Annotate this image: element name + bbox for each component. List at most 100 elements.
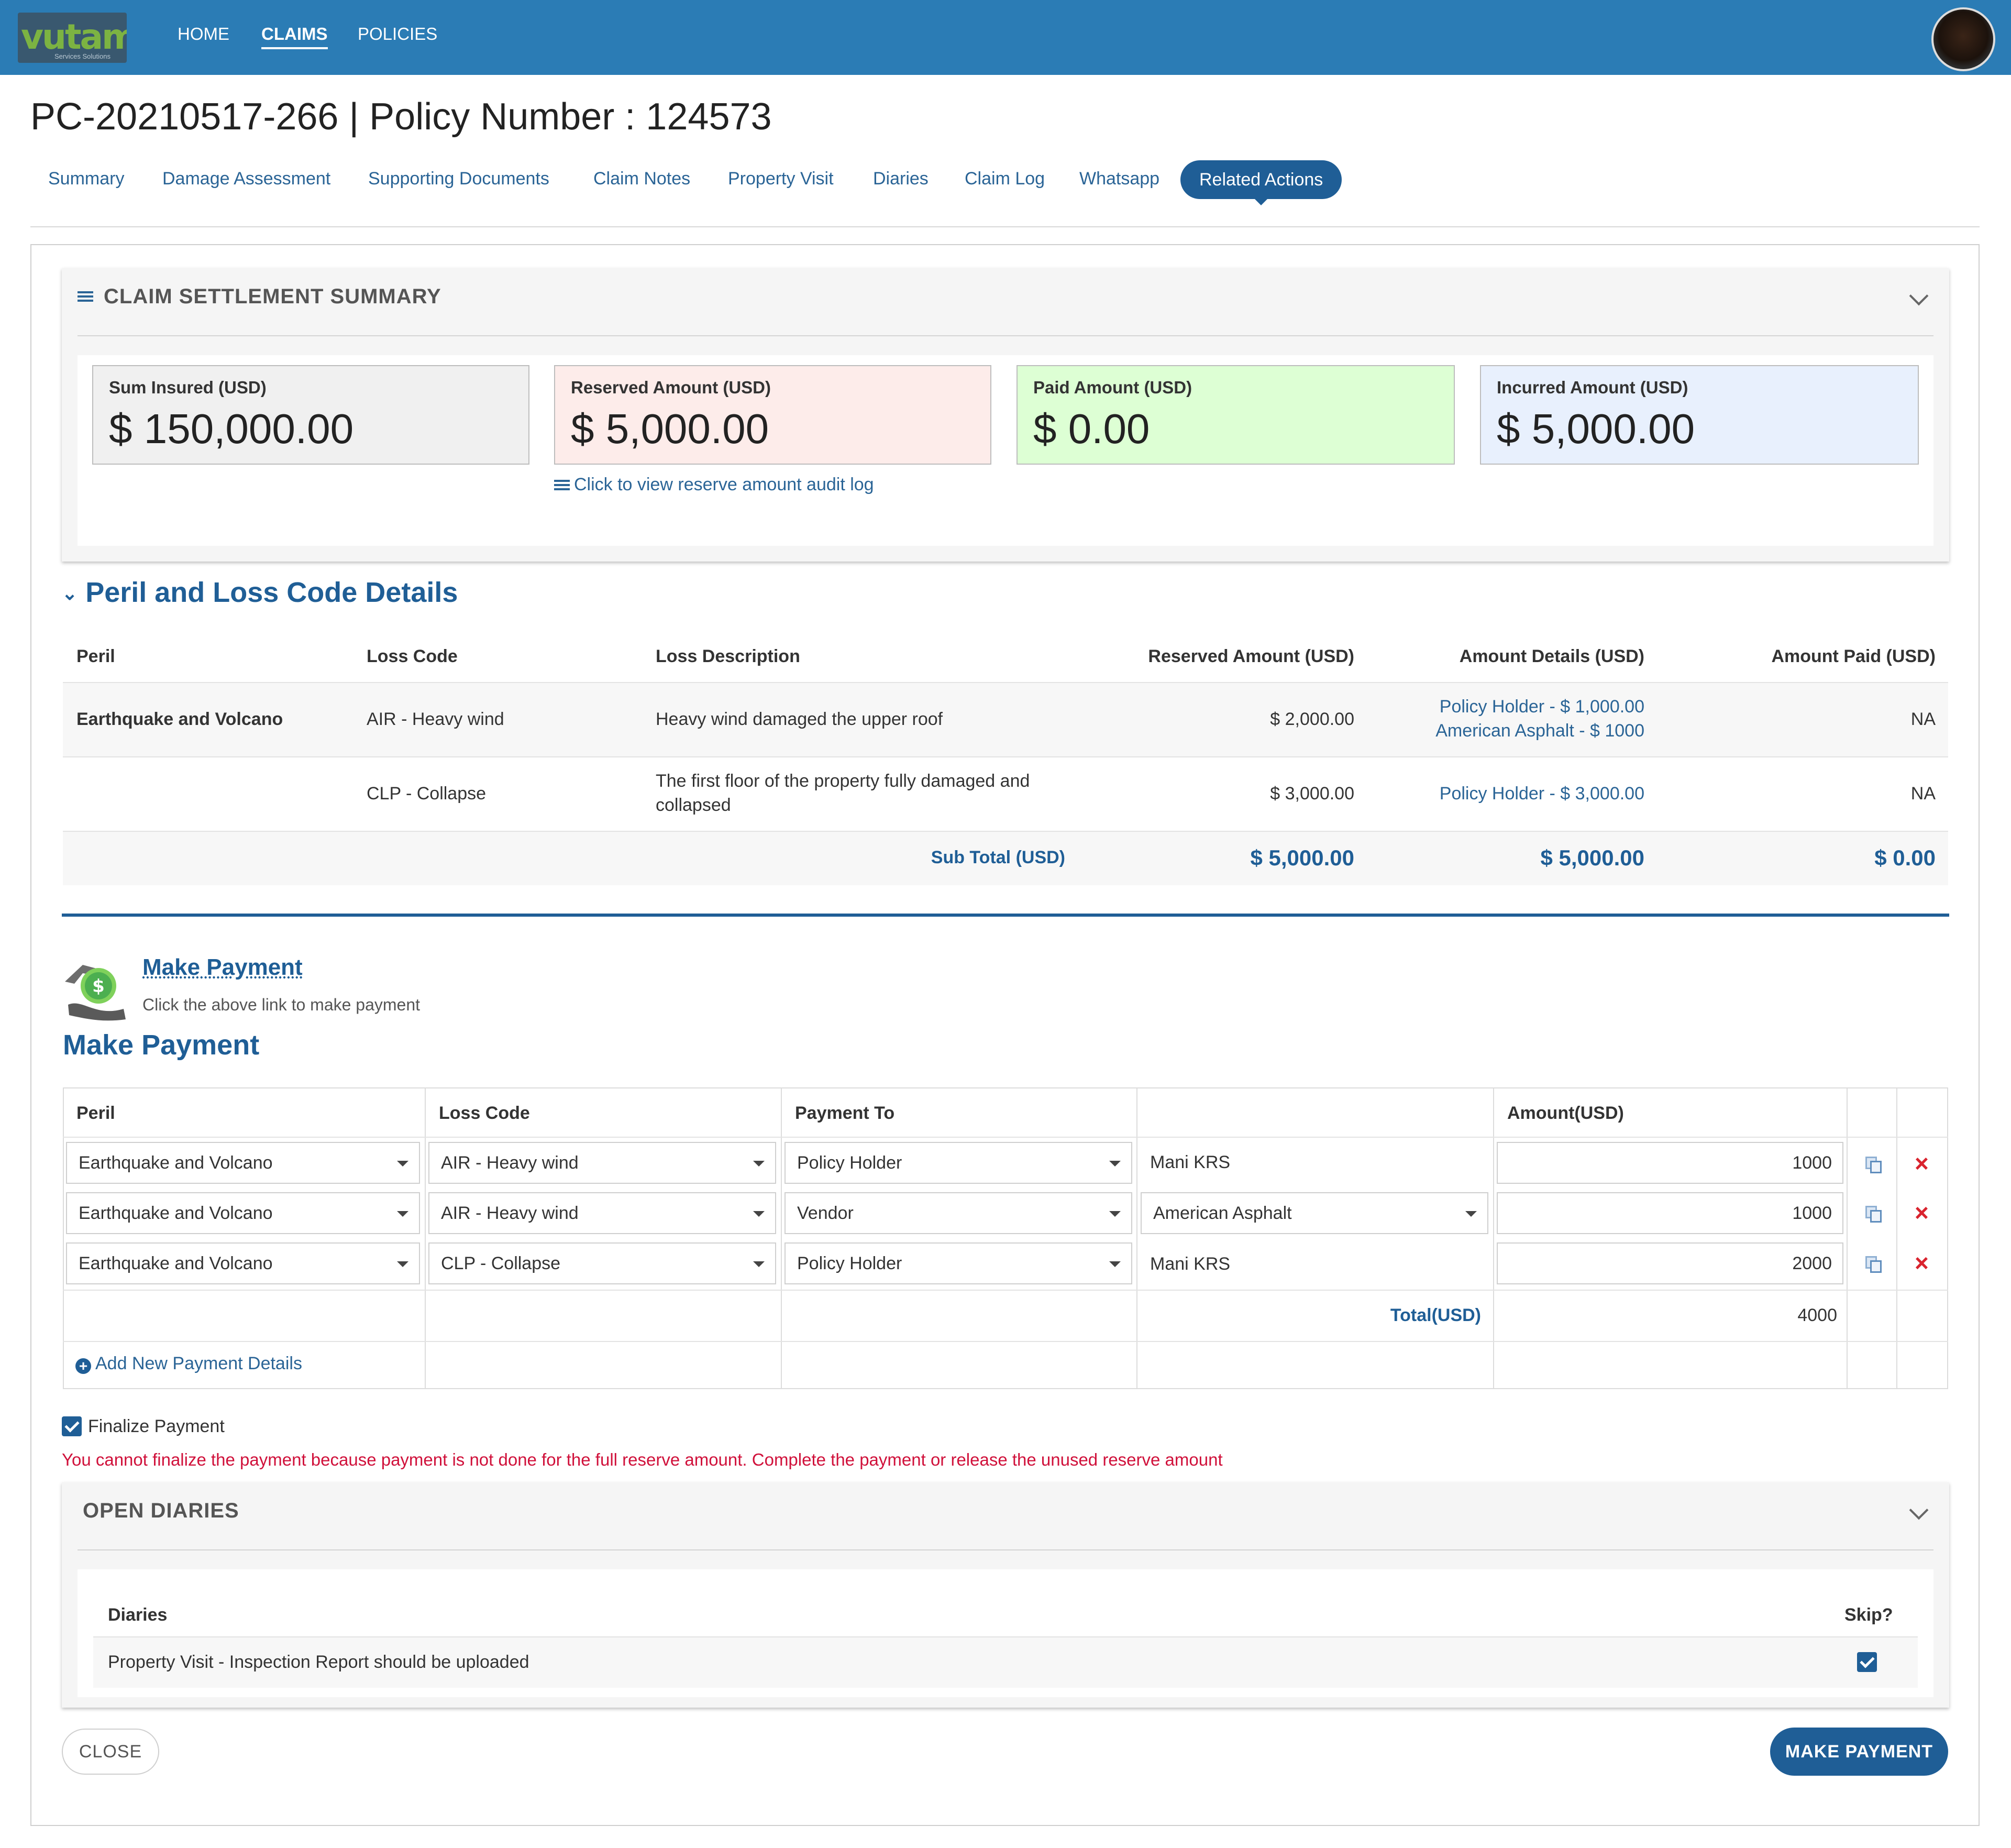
loss-code-select[interactable]: CLP - Collapse <box>428 1242 776 1284</box>
paid-amount-label: Paid Amount (USD) <box>1033 378 1192 397</box>
skip-col-header: Skip? <box>1844 1605 1893 1625</box>
copy-row-icon[interactable] <box>1865 1206 1882 1223</box>
page-title: PC-20210517-266 | Policy Number : 124573 <box>30 96 772 138</box>
finalize-payment-label: Finalize Payment <box>88 1416 225 1436</box>
make-payment-button[interactable]: MAKE PAYMENT <box>1770 1728 1948 1776</box>
col-peril: Peril <box>76 646 115 666</box>
section-divider <box>62 914 1949 917</box>
finalize-error-message: You cannot finalize the payment because … <box>62 1450 1223 1469</box>
row2-description-line2: collapsed <box>656 795 731 815</box>
tab-related-actions[interactable]: Related Actions <box>1180 160 1342 205</box>
pay-col-peril: Peril <box>76 1103 115 1123</box>
grid-col-line <box>1847 1087 1848 1389</box>
chevron-down-icon[interactable] <box>1909 286 1929 306</box>
pay-col-amount: Amount(USD) <box>1507 1103 1624 1123</box>
copy-row-icon[interactable] <box>1865 1157 1882 1173</box>
user-avatar[interactable] <box>1931 7 1995 71</box>
subtotal-paid: $ 0.00 <box>1874 845 1936 870</box>
tab-claim-notes[interactable]: Claim Notes <box>593 169 690 189</box>
subtotal-details: $ 5,000.00 <box>1540 845 1644 870</box>
payment-to-select[interactable]: Policy Holder <box>784 1142 1132 1184</box>
nav-home[interactable]: HOME <box>178 24 229 44</box>
delete-row-icon[interactable]: × <box>1915 1151 1929 1175</box>
peril-select[interactable]: Earthquake and Volcano <box>66 1242 420 1284</box>
tab-divider <box>30 226 1980 227</box>
tab-property-visit[interactable]: Property Visit <box>728 169 834 189</box>
delete-row-icon[interactable]: × <box>1915 1201 1929 1225</box>
make-payment-heading: Make Payment <box>63 1029 260 1061</box>
row1-reserved: $ 2,000.00 <box>1270 709 1354 729</box>
col-amount-paid: Amount Paid (USD) <box>1771 646 1936 666</box>
col-amount-details: Amount Details (USD) <box>1459 646 1644 666</box>
open-diaries-title: OPEN DIARIES <box>83 1499 239 1522</box>
list-icon <box>554 480 570 492</box>
loss-code-select[interactable]: AIR - Heavy wind <box>428 1192 776 1234</box>
svg-text:$: $ <box>92 976 105 997</box>
copy-row-icon[interactable] <box>1865 1256 1882 1273</box>
nav-claims[interactable]: CLAIMS <box>261 24 328 49</box>
tab-diaries[interactable]: Diaries <box>873 169 929 189</box>
list-icon <box>78 291 93 303</box>
payment-to-select[interactable]: Vendor <box>784 1192 1132 1234</box>
plus-icon: + <box>75 1358 91 1374</box>
top-navbar: vutam Services Solutions HOME CLAIMS POL… <box>0 0 2011 75</box>
pay-col-loss-code: Loss Code <box>439 1103 530 1123</box>
grid-col-line <box>781 1087 782 1389</box>
tab-supporting-documents[interactable]: Supporting Documents <box>368 169 549 189</box>
tab-damage-assessment[interactable]: Damage Assessment <box>162 169 330 189</box>
tab-whatsapp[interactable]: Whatsapp <box>1079 169 1159 189</box>
grid-col-line <box>1136 1087 1137 1389</box>
open-diaries-panel: OPEN DIARIES Diaries Skip? Property Visi… <box>62 1482 1949 1708</box>
incurred-amount-box: Incurred Amount (USD) $ 5,000.00 <box>1480 365 1919 465</box>
add-new-label: Add New Payment Details <box>95 1354 302 1373</box>
reserved-amount-value: $ 5,000.00 <box>571 405 769 452</box>
row2-loss-code: CLP - Collapse <box>367 784 487 804</box>
make-payment-link[interactable]: Make Payment <box>142 954 303 981</box>
vendor-select[interactable]: American Asphalt <box>1141 1192 1488 1234</box>
subtotal-label: Sub Total (USD) <box>931 848 1065 867</box>
finalize-payment-checkbox[interactable] <box>62 1416 82 1436</box>
company-logo[interactable]: vutam Services Solutions <box>18 13 127 63</box>
payee-name: Mani KRS <box>1150 1254 1231 1274</box>
delete-row-icon[interactable]: × <box>1915 1251 1929 1275</box>
total-value: 4000 <box>1797 1305 1837 1325</box>
subtotal-reserved: $ 5,000.00 <box>1250 845 1354 870</box>
nav-policies[interactable]: POLICIES <box>358 24 437 44</box>
tab-summary[interactable]: Summary <box>48 169 124 189</box>
row1-detail-policy-holder[interactable]: Policy Holder - $ 1,000.00 <box>1440 697 1644 717</box>
audit-link-text: Click to view reserve amount audit log <box>574 475 874 494</box>
grid-col-line <box>425 1087 426 1389</box>
reserve-audit-log-link[interactable]: Click to view reserve amount audit log <box>554 475 874 495</box>
col-loss-description: Loss Description <box>656 646 800 666</box>
peril-select[interactable]: Earthquake and Volcano <box>66 1142 420 1184</box>
row2-detail-policy-holder[interactable]: Policy Holder - $ 3,000.00 <box>1440 784 1644 804</box>
peril-select[interactable]: Earthquake and Volcano <box>66 1192 420 1234</box>
close-button[interactable]: CLOSE <box>62 1729 159 1775</box>
row2-description-line1: The first floor of the property fully da… <box>656 771 1030 791</box>
row1-paid: NA <box>1910 709 1936 729</box>
grid-col-line <box>1493 1087 1494 1389</box>
pay-col-payment-to: Payment To <box>795 1103 895 1123</box>
chevron-down-icon[interactable] <box>1909 1500 1929 1520</box>
logo-subtext: Services Solutions <box>54 52 111 60</box>
diary-row: Property Visit - Inspection Report shoul… <box>93 1636 1918 1688</box>
reserved-amount-label: Reserved Amount (USD) <box>571 378 771 397</box>
col-loss-code: Loss Code <box>367 646 458 666</box>
amount-input[interactable]: 1000 <box>1497 1142 1843 1184</box>
skip-checkbox[interactable] <box>1857 1652 1877 1672</box>
peril-section-title[interactable]: ⌄ Peril and Loss Code Details <box>62 576 458 609</box>
settlement-summary-title: CLAIM SETTLEMENT SUMMARY <box>104 285 441 308</box>
panel-divider <box>78 1549 1933 1550</box>
loss-code-select[interactable]: AIR - Heavy wind <box>428 1142 776 1184</box>
row1-detail-vendor[interactable]: American Asphalt - $ 1000 <box>1435 721 1644 741</box>
make-payment-hint: Click the above link to make payment <box>142 995 421 1014</box>
amount-input[interactable]: 1000 <box>1497 1192 1843 1234</box>
amount-input[interactable]: 2000 <box>1497 1242 1843 1284</box>
add-payment-details-link[interactable]: + Add New Payment Details <box>75 1354 302 1374</box>
payment-to-select[interactable]: Policy Holder <box>784 1242 1132 1284</box>
chevron-down-icon: ⌄ <box>62 582 78 604</box>
row1-description: Heavy wind damaged the upper roof <box>656 709 943 729</box>
paid-amount-box: Paid Amount (USD) $ 0.00 <box>1016 365 1455 465</box>
tab-claim-log[interactable]: Claim Log <box>965 169 1045 189</box>
incurred-amount-label: Incurred Amount (USD) <box>1497 378 1688 397</box>
